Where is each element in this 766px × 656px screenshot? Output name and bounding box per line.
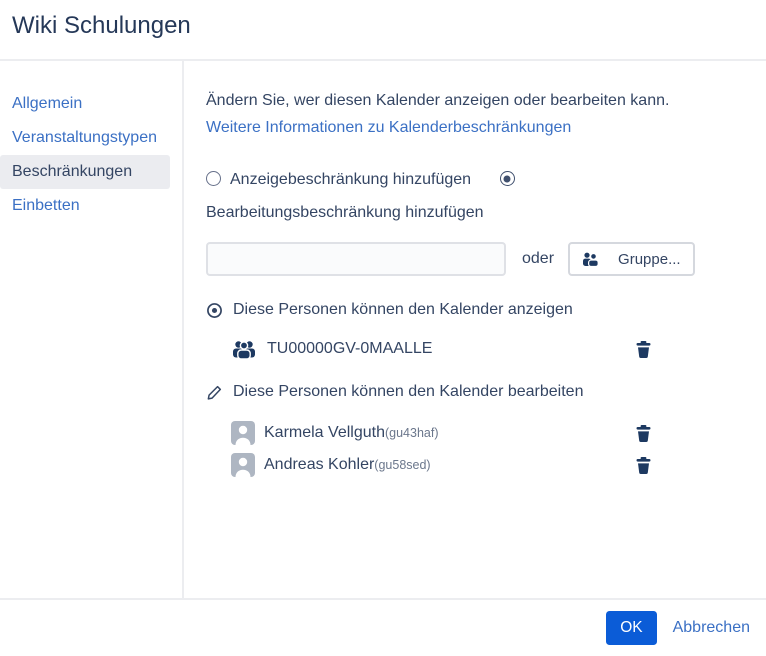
calendar-settings-dialog: Wiki Schulungen Allgemein Veranstaltungs… bbox=[0, 0, 766, 656]
or-label: oder bbox=[522, 250, 554, 268]
sidebar-item-allgemein[interactable]: Allgemein bbox=[0, 87, 170, 121]
group-entry-name: TU00000GV-0MAALLE bbox=[267, 340, 432, 358]
add-group-button[interactable]: Gruppe... bbox=[568, 242, 695, 276]
dialog-title: Wiki Schulungen bbox=[12, 9, 754, 43]
delete-user-entry-button[interactable] bbox=[636, 425, 651, 442]
view-restriction-radio-label: Anzeigebeschränkung hinzufügen bbox=[230, 171, 471, 188]
view-entry-row: TU00000GV-0MAALLE bbox=[231, 339, 651, 359]
edit-restriction-radio[interactable] bbox=[500, 171, 515, 186]
intro-paragraph: Ändern Sie, wer diesen Kalender anzeigen… bbox=[206, 87, 680, 141]
pencil-icon bbox=[206, 384, 223, 401]
edit-entry-row: Karmela Vellguth(gu43haf) bbox=[231, 421, 651, 445]
sidebar-item-veranstaltungstypen[interactable]: Veranstaltungstypen bbox=[0, 121, 170, 155]
edit-section-heading-text: Diese Personen können den Kalender bearb… bbox=[233, 383, 583, 401]
dialog-header: Wiki Schulungen bbox=[0, 0, 766, 61]
user-entry-username: (gu43haf) bbox=[385, 426, 439, 440]
restrictions-info-link[interactable]: Weitere Informationen zu Kalenderbeschrä… bbox=[206, 119, 571, 136]
restriction-type-radio-group: Anzeigebeschränkung hinzufügen Bearbeitu… bbox=[206, 163, 646, 229]
view-section-heading-text: Diese Personen können den Kalender anzei… bbox=[233, 301, 573, 319]
user-entry-username: (gu58sed) bbox=[374, 458, 430, 472]
edit-restriction-radio-label: Bearbeitungsbeschränkung hinzufügen bbox=[206, 204, 484, 221]
trash-icon bbox=[636, 430, 651, 445]
user-search-input[interactable] bbox=[206, 242, 506, 276]
view-restriction-radio[interactable] bbox=[206, 171, 221, 186]
add-restriction-row: oder bbox=[206, 242, 750, 276]
sidebar-item-einbetten[interactable]: Einbetten bbox=[0, 189, 170, 223]
trash-icon bbox=[636, 346, 651, 361]
sidebar-item-beschraenkungen[interactable]: Beschränkungen bbox=[0, 155, 170, 189]
add-group-button-label: Gruppe... bbox=[618, 251, 681, 268]
edit-section-heading: Diese Personen können den Kalender bearb… bbox=[206, 383, 750, 401]
delete-user-entry-button[interactable] bbox=[636, 457, 651, 474]
person-avatar-icon bbox=[231, 453, 255, 477]
view-section-heading: Diese Personen können den Kalender anzei… bbox=[206, 301, 750, 319]
restrictions-panel: Ändern Sie, wer diesen Kalender anzeigen… bbox=[184, 61, 766, 598]
delete-group-entry-button[interactable] bbox=[636, 341, 651, 358]
person-avatar-icon bbox=[231, 421, 255, 445]
people-icon bbox=[582, 252, 600, 266]
user-entry-name: Karmela Vellguth bbox=[264, 424, 385, 442]
user-entry-name: Andreas Kohler bbox=[264, 456, 374, 474]
intro-text: Ändern Sie, wer diesen Kalender anzeigen… bbox=[206, 92, 669, 109]
eye-icon bbox=[206, 302, 223, 319]
ok-button[interactable]: OK bbox=[606, 611, 656, 645]
trash-icon bbox=[636, 462, 651, 477]
view-restriction-radio-option[interactable]: Anzeigebeschränkung hinzufügen bbox=[206, 171, 471, 188]
cancel-link[interactable]: Abbrechen bbox=[673, 619, 750, 637]
dialog-footer: OK Abbrechen bbox=[0, 598, 766, 656]
dialog-body: Allgemein Veranstaltungstypen Beschränku… bbox=[0, 61, 766, 598]
sidebar: Allgemein Veranstaltungstypen Beschränku… bbox=[0, 61, 184, 598]
edit-entry-row: Andreas Kohler(gu58sed) bbox=[231, 453, 651, 477]
group-people-icon bbox=[231, 339, 257, 359]
